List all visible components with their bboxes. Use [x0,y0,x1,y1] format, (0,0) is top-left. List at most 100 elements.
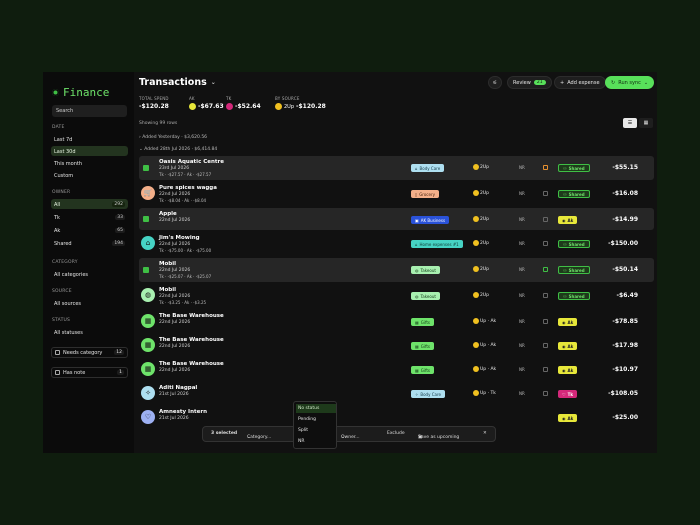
owner-cell[interactable]: 2Up [473,164,489,170]
status-cell[interactable]: NR [519,367,525,372]
owner-shared[interactable]: Shared 194 [51,238,128,248]
table-row[interactable]: ▦ The Base Warehouse 22nd Jul 2026 ▦ Gifts… [139,334,654,358]
view-toggle[interactable]: ☰ ▦ [623,118,653,128]
needs-category-filter[interactable]: Needs category 12 [51,347,128,358]
category-select[interactable]: All categories [51,269,128,279]
category-badge[interactable]: ✧ Body Care [411,390,445,398]
owner-tag[interactable]: ◉ Ak [558,366,578,374]
category-badge[interactable]: ◍ Takeout [411,266,440,274]
table-row[interactable]: ▦ The Base Warehouse 22nd Jul 2026 ▦ Gifts… [139,310,654,334]
table-row[interactable]: Mobil 22nd Jul 2026 Tk · -$25.07 · Ak · -$… [139,258,654,282]
status-cell[interactable]: NR [519,191,525,196]
category-badge[interactable]: ⌂ Home expenses #1 [411,240,463,248]
amount: -$55.15 [612,164,638,171]
status-icon[interactable] [543,319,548,324]
source-select[interactable]: All sources [51,298,128,308]
category-section-label: CATEGORY [52,260,78,265]
owner-tag[interactable]: ⚇ Shared [558,292,590,300]
status-cell[interactable]: NR [519,293,525,298]
category-badge[interactable]: ▦ Gifts [411,366,434,374]
group-header-yesterday[interactable]: › Added Yesterday · $3,620.56 [139,135,207,140]
checkbox-icon[interactable] [55,370,60,375]
owner-cell[interactable]: Up · Ak [473,318,496,324]
table-row[interactable]: 🛒 Pure spices wagga 22nd Jul 2026 Tk · -$8… [139,182,654,206]
owner-tag[interactable]: ⚇ Shared [558,190,590,198]
status-cell[interactable]: NR [519,343,525,348]
has-note-filter[interactable]: Has note 1 [51,367,128,378]
status-icon[interactable] [543,367,548,372]
status-cell[interactable]: NR [519,319,525,324]
filter-settings-button[interactable]: ⚟ [488,76,502,89]
status-icon[interactable] [543,191,548,196]
checkbox-icon[interactable] [55,350,60,355]
status-cell[interactable]: NR [519,391,525,396]
owner-all[interactable]: All 292 [51,199,128,209]
row-checkbox[interactable] [143,267,149,273]
owner-ak[interactable]: Ak 65 [51,225,128,235]
owner-cell[interactable]: Up · Ak [473,366,496,372]
row-checkbox[interactable] [143,165,149,171]
category-badge[interactable]: ▦ Gifts [411,318,434,326]
search-input[interactable]: Search [52,105,127,117]
category-badge[interactable]: ◍ Takeout [411,292,440,300]
run-sync-button[interactable]: ↻ Run sync ⌄ [605,76,655,89]
status-icon[interactable] [543,343,548,348]
status-icon[interactable] [543,293,548,298]
owner-cell[interactable]: 2Up [473,292,489,298]
owner-tag[interactable]: ◉ Ak [558,318,578,326]
table-row[interactable]: ▦ The Base Warehouse 22nd Jul 2026 ▦ Gifts… [139,358,654,382]
owner-cell[interactable]: 2Up [473,216,489,222]
status-option-nr[interactable]: NR [296,437,336,446]
status-icon[interactable] [543,241,548,246]
owner-tag[interactable]: ⚇ Shared [558,240,590,248]
add-expense-button[interactable]: + Add expense [554,76,606,89]
status-icon[interactable] [543,391,548,396]
table-row[interactable]: ✧ Aditi Nagpal 21st Jul 2026 ✧ Body Care U… [139,382,654,406]
status-option-split[interactable]: Split [296,426,336,435]
owner-tag[interactable]: ◉ Ak [558,216,578,224]
status-cell[interactable]: NR [519,267,525,272]
status-option-pending[interactable]: Pending [296,415,336,424]
exclude-button[interactable]: Exclude [387,431,405,436]
row-checkbox[interactable] [143,216,149,222]
status-cell[interactable]: NR [519,165,525,170]
status-icon[interactable] [543,267,548,272]
date-last-30d[interactable]: Last 30d [51,146,128,156]
date-custom[interactable]: Custom [51,170,128,180]
date-this-month[interactable]: This month [51,158,128,168]
date-last-7d[interactable]: Last 7d [51,134,128,144]
close-icon[interactable]: ✕ [483,431,487,436]
owner-tag[interactable]: ◉ Ak [558,414,578,422]
owner-cell[interactable]: Up · Ak [473,342,496,348]
owner-tag[interactable]: ♡ Tk [558,390,577,398]
owner-cell[interactable]: 2Up [473,190,489,196]
grid-view-icon[interactable]: ▦ [639,118,653,128]
owner-cell[interactable]: Up · Tk [473,390,496,396]
table-row[interactable]: ◍ Mobil 22nd Jul 2026 Tk · -$3.25 · Ak · -… [139,284,654,308]
table-row[interactable]: Oasis Aquatic Centre 23rd Jul 2026 Tk · … [139,156,654,180]
owner-tk[interactable]: Tk 33 [51,212,128,222]
status-icon[interactable] [543,165,548,170]
status-icon[interactable] [543,217,548,222]
status-option-no-status[interactable]: No status [296,404,336,413]
owner-cell[interactable]: 2Up [473,240,489,246]
status-select[interactable]: All statuses [51,327,128,337]
category-badge[interactable]: ▦ Gifts [411,342,434,350]
category-badge[interactable]: ▣ AK Business [411,216,450,224]
owner-cell[interactable]: 2Up [473,266,489,272]
table-row[interactable]: ⌂ Jim's Mowing 22nd Jul 2026 Tk · -$75.00 … [139,232,654,256]
group-header-28jul[interactable]: ⌄ Added 28th Jul 2026 · $6,414.84 [139,147,217,152]
owner-tag[interactable]: ◉ Ak [558,342,578,350]
category-badge[interactable]: ▯ Grocery [411,190,439,198]
owner-tag[interactable]: ⚇ Shared [558,266,590,274]
review-button[interactable]: Review 21 [507,76,552,89]
table-row[interactable]: Apple 22nd Jul 2026 ▣ AK Business 2Up NR ◉… [139,208,654,230]
page-title[interactable]: Transactions ⌄ [139,77,216,88]
by-source-label: BY SOURCE [275,96,300,101]
date-section-label: DATE [52,125,65,130]
list-view-icon[interactable]: ☰ [623,118,637,128]
status-cell[interactable]: NR [519,217,525,222]
owner-tag[interactable]: ⚇ Shared [558,164,590,172]
category-badge[interactable]: ⌂ Body Care [411,164,445,172]
status-cell[interactable]: NR [519,241,525,246]
